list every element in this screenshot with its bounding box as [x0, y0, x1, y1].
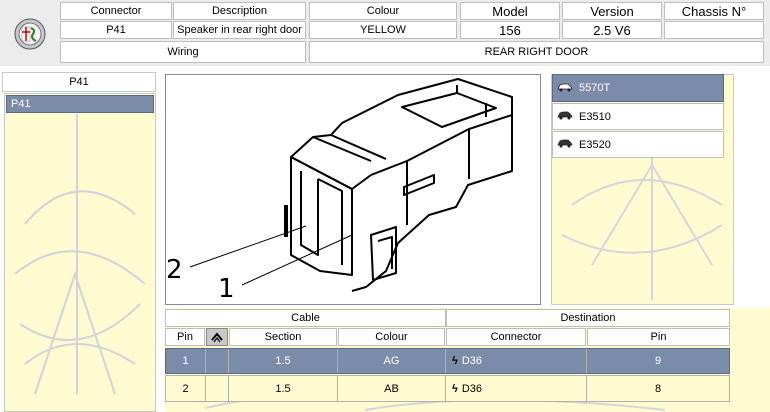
connector-link[interactable]: D36 [462, 383, 482, 395]
version-value: 2.5 V6 [562, 21, 662, 39]
callout-number: 1 [218, 274, 235, 304]
destination-group-header: Destination [446, 309, 730, 327]
description-label: Description [173, 2, 306, 20]
dest-pin-cell: 9 [654, 355, 662, 367]
model-label: Model [460, 2, 560, 20]
colour-value: YELLOW [309, 21, 457, 39]
car-icon [557, 82, 575, 95]
list-item[interactable]: P41 [6, 95, 154, 113]
dest-pin-cell: 8 [654, 382, 662, 395]
connector-value: P41 [60, 21, 172, 39]
list-item-label: P41 [11, 98, 31, 110]
section-cell: 1.5 [229, 349, 338, 373]
connector-link[interactable]: D36 [462, 355, 482, 367]
colour-label: Colour [309, 2, 457, 20]
dest-pin-column-header: Pin [587, 328, 730, 346]
version-label: Version [562, 2, 662, 20]
colour-cell: AG [338, 349, 446, 373]
list-item[interactable]: 5570T [552, 74, 724, 102]
section-cell: 1.5 [229, 376, 338, 401]
car-icon [557, 110, 575, 123]
list-item-label: E3520 [579, 138, 611, 151]
right-panel-items: 5570T E3510 E3520 [552, 74, 724, 158]
connector-column-header: Connector [446, 328, 586, 346]
table-row[interactable]: 1 1.5 AG ϟ D36 9 [165, 348, 730, 374]
wiring-value: REAR RIGHT DOOR [309, 41, 764, 63]
wiring-label: Wiring [60, 41, 306, 63]
model-value: 156 [460, 21, 560, 39]
colour-column-header: Colour [338, 328, 445, 346]
watermark-illustration [14, 114, 146, 395]
connector-cell: ϟ D36 [446, 376, 587, 401]
connector-drawing [189, 78, 513, 292]
list-item[interactable]: E3510 [552, 103, 724, 130]
lightning-icon: ϟ [452, 355, 458, 367]
left-panel-list: P41 [4, 93, 156, 412]
section-column-header: Section [229, 328, 337, 346]
car-icon [557, 138, 575, 151]
chassis-label: Chassis N° [664, 2, 764, 20]
list-item[interactable]: E3520 [552, 131, 724, 158]
sort-up-icon [211, 332, 223, 343]
table-row[interactable]: 2 1.5 AB ϟ D36 8 [165, 375, 730, 402]
chassis-value[interactable] [664, 21, 764, 39]
description-value: Speaker in rear right door [173, 21, 306, 39]
spacer-cell [206, 376, 229, 401]
pin-cell: 1 [166, 349, 206, 373]
pin-column-header: Pin [165, 328, 205, 346]
connector-label: Connector [60, 2, 172, 20]
pin-cell: 2 [166, 376, 206, 401]
callout-number: 2 [166, 255, 183, 285]
lightning-icon: ϟ [452, 382, 458, 395]
sort-button[interactable] [206, 328, 228, 346]
cable-group-header: Cable [165, 309, 446, 327]
colour-cell: AB [338, 376, 446, 401]
connector-diagram: 2 1 [165, 74, 541, 305]
left-panel-title: P41 [2, 72, 156, 92]
spacer-cell [206, 349, 229, 373]
connector-cell: ϟ D36 [446, 349, 587, 373]
alfa-romeo-logo [14, 18, 46, 50]
list-item-label: E3510 [579, 110, 611, 123]
list-item-label: 5570T [579, 82, 611, 94]
